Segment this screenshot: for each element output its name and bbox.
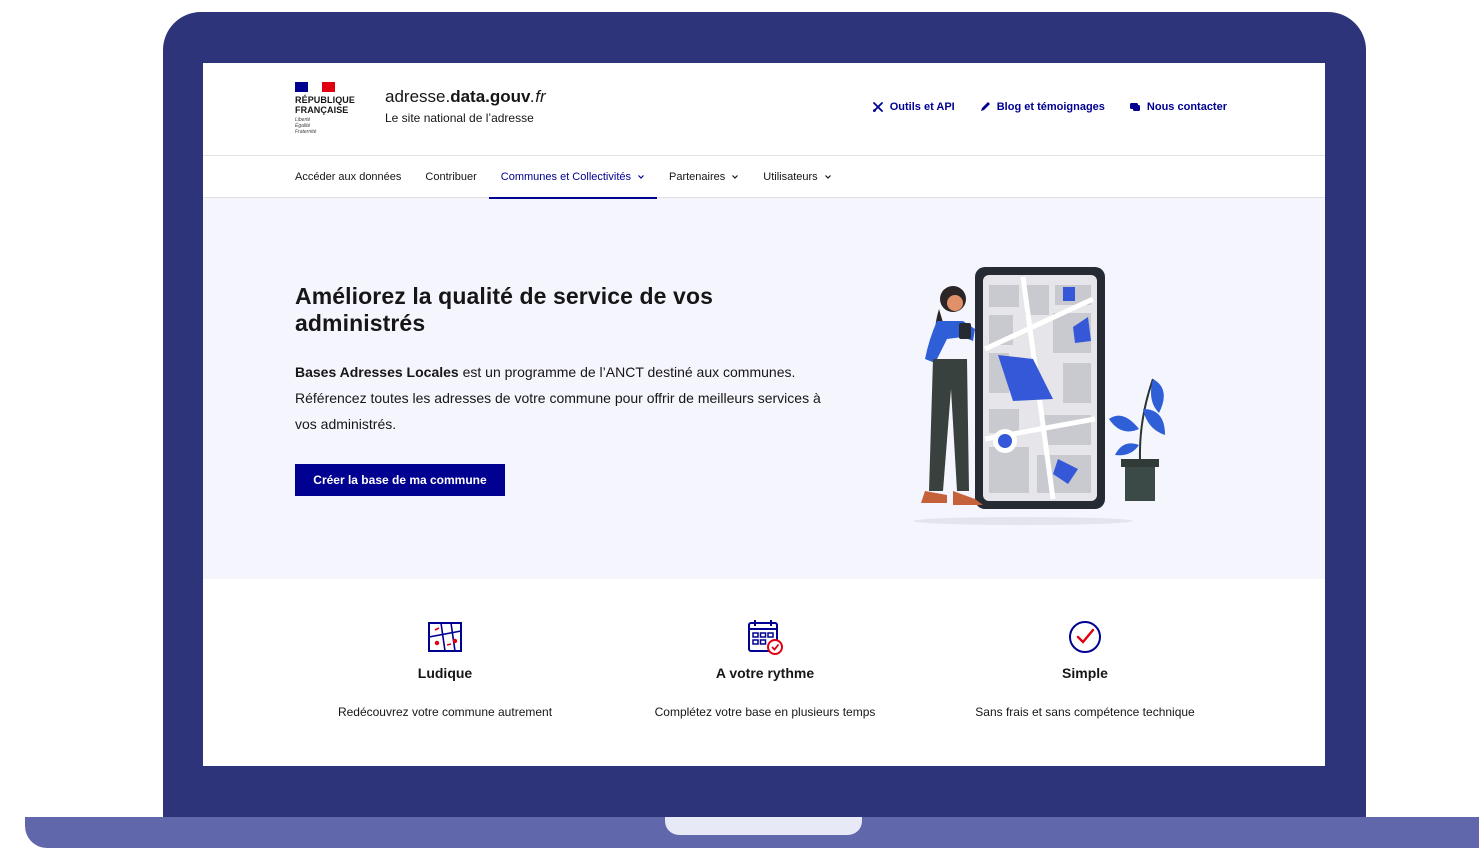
tools-icon bbox=[872, 102, 883, 112]
nav-item-partenaires[interactable]: Partenaires bbox=[657, 156, 751, 198]
check-circle-icon bbox=[1069, 621, 1101, 653]
nav-item-utilisateurs[interactable]: Utilisateurs bbox=[751, 156, 843, 198]
tool-link-outils-api[interactable]: Outils et API bbox=[872, 101, 955, 113]
devise-label: Liberté Égalité Fraternité bbox=[295, 117, 317, 135]
browser-screen: RÉPUBLIQUE FRANÇAISE Liberté Égalité Fra… bbox=[203, 63, 1325, 766]
chat-icon bbox=[1129, 103, 1140, 111]
nav-item-communes-collectivites[interactable]: Communes et Collectivités bbox=[488, 156, 658, 199]
tool-link-blog[interactable]: Blog et témoignages bbox=[979, 101, 1105, 113]
nav-item-contribuer[interactable]: Contribuer bbox=[413, 156, 488, 198]
calendar-icon bbox=[748, 620, 783, 655]
main-nav: Accéder aux données Contribuer Communes … bbox=[203, 155, 1325, 199]
site-header: RÉPUBLIQUE FRANÇAISE Liberté Égalité Fra… bbox=[203, 63, 1325, 155]
chevron-down-icon bbox=[824, 175, 831, 179]
feature-description: Redécouvrez votre commune autrement bbox=[337, 705, 553, 719]
laptop-notch bbox=[665, 817, 862, 835]
feature-rythme: A votre rythme Complétez votre base en p… bbox=[605, 617, 925, 719]
feature-ludique: Ludique Redécouvrez votre commune autrem… bbox=[285, 617, 605, 719]
map-icon bbox=[428, 622, 462, 652]
hero-description: Bases Adresses Locales est un programme … bbox=[295, 364, 821, 432]
feature-description: Complétez votre base en plusieurs temps bbox=[654, 705, 876, 719]
pen-icon bbox=[980, 102, 990, 111]
hero-section: Améliorez la qualité de service de vos a… bbox=[203, 199, 1325, 579]
feature-title: Ludique bbox=[417, 665, 473, 681]
site-title[interactable]: adresse.data.gouv.fr bbox=[385, 87, 546, 107]
feature-title: A votre rythme bbox=[715, 665, 815, 681]
phone-map-illustration bbox=[913, 267, 1165, 525]
tool-link-contact[interactable]: Nous contacter bbox=[1129, 101, 1227, 113]
feature-description: Sans frais et sans compétence technique bbox=[975, 705, 1195, 719]
tool-links: Outils et API Blog et témoignages Nous c… bbox=[872, 101, 1227, 113]
feature-title: Simple bbox=[1062, 665, 1108, 681]
site-tagline: Le site national de l’adresse bbox=[385, 111, 534, 125]
feature-simple: Simple Sans frais et sans compétence tec… bbox=[925, 617, 1245, 719]
features-section: Ludique Redécouvrez votre commune autrem… bbox=[203, 579, 1325, 766]
nav-item-acceder-donnees[interactable]: Accéder aux données bbox=[283, 156, 413, 198]
chevron-down-icon bbox=[638, 175, 644, 179]
create-base-button[interactable]: Créer la base de ma commune bbox=[295, 464, 505, 496]
hero-title: Améliorez la qualité de service de vos a… bbox=[295, 283, 713, 336]
chevron-down-icon bbox=[732, 175, 739, 179]
republique-flag-logo[interactable] bbox=[295, 82, 335, 96]
republique-francaise-label: RÉPUBLIQUE FRANÇAISE bbox=[295, 95, 356, 115]
